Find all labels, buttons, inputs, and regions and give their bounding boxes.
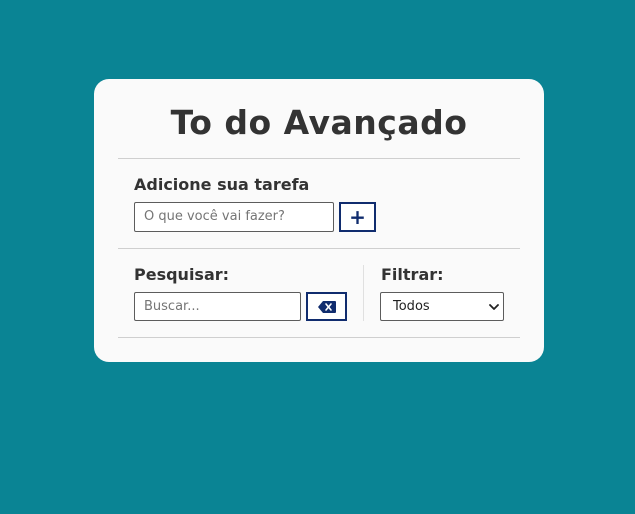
chevron-down-icon [489, 304, 499, 310]
add-task-input[interactable]: O que você vai fazer? [134, 202, 334, 232]
filter-label: Filtrar: [381, 265, 444, 284]
add-task-label: Adicione sua tarefa [134, 175, 310, 194]
todo-card: To do Avançado Adicione sua tarefa O que… [94, 79, 544, 362]
clear-search-button[interactable] [306, 292, 347, 321]
divider [118, 248, 520, 249]
page-title: To do Avançado [170, 103, 468, 142]
backspace-icon [317, 300, 336, 313]
divider [118, 337, 520, 338]
filter-selected-value: Todos [393, 299, 430, 314]
add-task-button[interactable]: + [339, 202, 376, 232]
plus-icon: + [349, 205, 366, 229]
search-input[interactable]: Buscar... [134, 292, 301, 321]
vertical-divider [363, 265, 364, 321]
divider [118, 158, 520, 159]
search-label: Pesquisar: [134, 265, 230, 284]
filter-select[interactable]: Todos [380, 292, 504, 321]
